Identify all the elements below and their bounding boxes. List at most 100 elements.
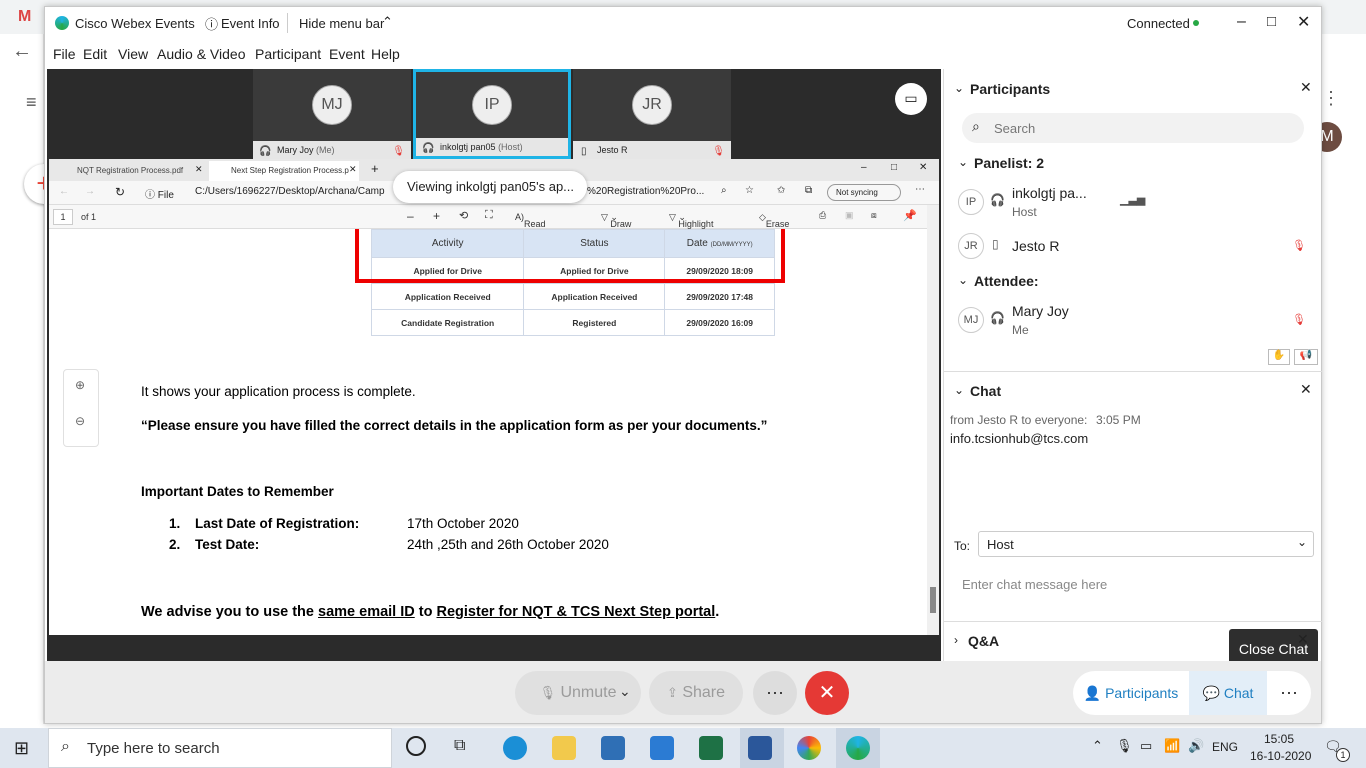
hide-menu-bar-button[interactable]: Hide menu bar [299, 16, 384, 31]
panelist-heading: Panelist: 2 [974, 155, 1045, 171]
participant-name[interactable]: Jesto R [1012, 238, 1059, 254]
print-icon[interactable]: ⎙ [819, 210, 826, 221]
minimize-icon[interactable]: – [1237, 13, 1246, 31]
fit-page-icon[interactable]: ⛶ [485, 209, 493, 222]
battery-icon[interactable]: ▭ [1140, 738, 1152, 754]
erase-button[interactable]: ◇ Erase [759, 212, 789, 229]
new-tab-icon[interactable]: + [371, 161, 379, 176]
right-panel: ⌄ Participants ✕ ⌕ Search ⌄ Panelist: 2 … [943, 69, 1322, 661]
file-explorer-icon[interactable] [552, 736, 576, 760]
raise-hand-icon[interactable]: ✋ [1268, 349, 1290, 365]
taskbar-search[interactable]: ⌕ Type here to search [48, 728, 392, 768]
volume-icon[interactable]: 🔊 [1188, 738, 1204, 754]
chevron-right-icon[interactable]: › [954, 633, 958, 647]
zoom-out-icon[interactable]: – [407, 209, 414, 223]
more-vert-icon[interactable]: ⋮ [1322, 88, 1340, 109]
tile-label: Jesto R [573, 141, 731, 159]
highlight-button[interactable]: ▽ Highlight ⌄ [669, 212, 713, 229]
language-indicator[interactable]: ENG [1212, 740, 1238, 754]
maximize-icon[interactable]: □ [1267, 13, 1276, 30]
video-tile-jesto[interactable]: JR Jesto R ▯ 🎙 [573, 69, 731, 159]
save-as-icon[interactable]: ⧈ [871, 210, 877, 221]
task-view-icon[interactable]: ⧉ [454, 737, 465, 755]
layout-icon[interactable]: ▭ [895, 83, 927, 115]
edge-icon[interactable] [503, 736, 527, 760]
windows-start-icon[interactable]: ⊞ [14, 738, 29, 759]
address-text[interactable]: C:/Users/1696227/Desktop/Archana/Camp [195, 186, 385, 197]
chat-input[interactable]: Enter chat message here [962, 577, 1107, 592]
pin-icon[interactable]: 📌 [903, 209, 917, 222]
mail-icon[interactable] [650, 736, 674, 760]
more-options-button[interactable]: ⋯ [753, 671, 797, 715]
webex-icon[interactable] [846, 736, 870, 760]
collapse-icon[interactable]: ⌄ [954, 81, 964, 95]
zoom-in-icon[interactable]: + [433, 209, 440, 223]
tab-pdf-2[interactable]: Next Step Registration Process.p [209, 161, 359, 181]
close-window-icon[interactable]: ✕ [1297, 12, 1310, 32]
share-button[interactable]: ⇪ Share [649, 671, 743, 715]
back-arrow-icon[interactable]: ← [12, 40, 32, 63]
participant-name[interactable]: inkolgtj pa... [1012, 185, 1087, 201]
menu-help[interactable]: Help [371, 46, 400, 62]
star-icon[interactable]: ☆ [745, 185, 754, 196]
search-field[interactable]: ⌕ Search [962, 113, 1304, 143]
tab-pdf-1[interactable]: NQT Registration Process.pdf [55, 161, 205, 181]
back-icon[interactable]: ← [59, 186, 69, 197]
chevron-down-icon[interactable]: ⌄ [958, 155, 968, 169]
wifi-icon[interactable]: 📶 [1164, 738, 1180, 754]
hamburger-icon[interactable]: ≡ [26, 92, 37, 113]
collapse-icon[interactable]: ⌄ [954, 383, 964, 397]
unmute-options-chevron[interactable]: ⌄ [619, 683, 631, 700]
clock-time[interactable]: 15:05 [1264, 732, 1294, 746]
refresh-icon[interactable]: ↻ [115, 185, 125, 199]
collections-icon[interactable]: ⧉ [805, 185, 812, 196]
tray-chevron-icon[interactable]: ⌃ [1092, 738, 1103, 754]
mic-muted-icon[interactable]: 🎙 [1292, 239, 1306, 252]
menu-participant[interactable]: Participant [255, 46, 321, 62]
video-tile-mary[interactable]: MJ Mary Joy (Me) 🎧 🎙 [253, 69, 411, 159]
chevron-down-icon[interactable]: ⌄ [958, 273, 968, 287]
word-icon[interactable] [748, 736, 772, 760]
menu-edit[interactable]: Edit [83, 46, 107, 62]
menu-audio-video[interactable]: Audio & Video [157, 46, 245, 62]
tray-mic-icon[interactable]: 🎙 [1116, 738, 1133, 754]
mic-muted-icon[interactable]: 🎙 [1292, 313, 1306, 326]
page-number-input[interactable]: 1 [53, 209, 73, 225]
zoom-in-icon[interactable]: ⊕ [75, 378, 85, 392]
zoom-icon[interactable]: ⌕ [721, 185, 727, 196]
favorites-icon[interactable]: ✩ [777, 185, 785, 196]
close-qa-icon[interactable]: ✕ [1297, 631, 1309, 648]
menu-file[interactable]: File [53, 46, 76, 62]
close-chat-icon[interactable]: ✕ [1300, 381, 1312, 398]
scroll-thumb[interactable] [930, 587, 936, 613]
participants-button[interactable]: 👤 Participants [1073, 671, 1189, 715]
read-aloud-button[interactable]: A) Read aloud [515, 212, 546, 239]
forward-icon[interactable]: → [85, 186, 95, 197]
leave-button[interactable]: ✕ [805, 671, 849, 715]
scrollbar[interactable] [927, 205, 939, 635]
video-tile-host[interactable]: IP inkolgtj pan05 (Host) 🎧 [413, 69, 571, 159]
participant-name[interactable]: Mary Joy [1012, 303, 1069, 319]
save-icon[interactable]: ▣ [845, 210, 854, 221]
close-tab-icon[interactable]: ✕ [349, 164, 357, 175]
close-tab-icon[interactable]: ✕ [195, 164, 203, 175]
to-select[interactable]: Host ⌄ [978, 531, 1314, 557]
rotate-icon[interactable]: ⟲ [459, 209, 468, 222]
draw-button[interactable]: ▽ Draw ⌄ [601, 212, 631, 229]
chrome-icon[interactable] [797, 736, 821, 760]
not-syncing-button[interactable]: Not syncing [827, 184, 901, 201]
megaphone-icon[interactable]: 📢 [1294, 349, 1318, 365]
zoom-out-icon[interactable]: ⊖ [75, 414, 85, 428]
store-icon[interactable] [601, 736, 625, 760]
event-info-button[interactable]: Event Info [221, 16, 280, 31]
clock-date[interactable]: 16-10-2020 [1250, 749, 1311, 763]
close-participants-icon[interactable]: ✕ [1300, 79, 1312, 96]
excel-icon[interactable] [699, 736, 723, 760]
qa-title[interactable]: Q&A [968, 633, 999, 649]
menu-view[interactable]: View [118, 46, 148, 62]
cortana-icon[interactable] [406, 736, 426, 756]
more-panels-button[interactable]: ⋯ [1267, 671, 1311, 715]
menu-event[interactable]: Event [329, 46, 365, 62]
chat-button[interactable]: 💬 Chat [1189, 671, 1267, 715]
more-icon[interactable]: ⋯ [915, 184, 925, 195]
